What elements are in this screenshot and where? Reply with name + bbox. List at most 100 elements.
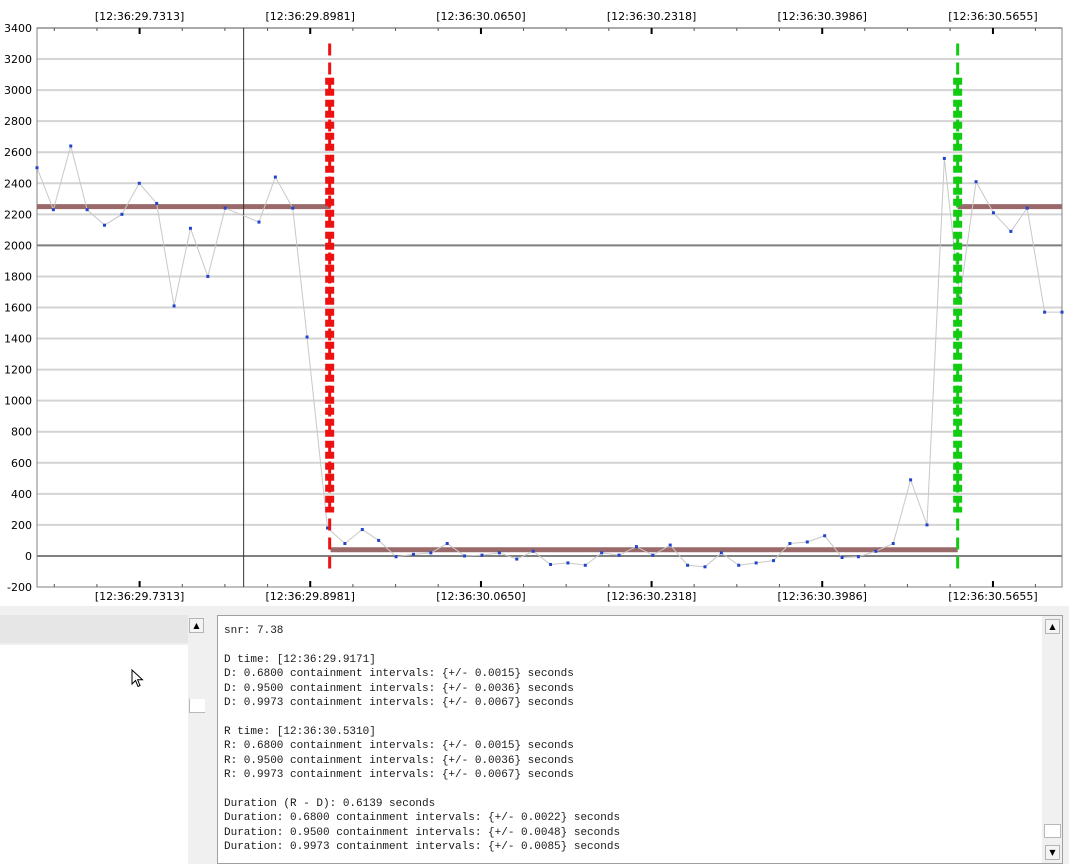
- scroll-down-icon[interactable]: ▼: [1045, 845, 1060, 860]
- x-tick-label-bottom: [12:36:30.2318]: [607, 590, 696, 603]
- data-point: [35, 166, 39, 170]
- x-tick-label-bottom: [12:36:30.3986]: [777, 590, 866, 603]
- data-point: [634, 545, 638, 549]
- left-list-panel: ▲: [0, 615, 212, 864]
- x-tick-label-bottom: [12:36:29.8981]: [265, 590, 354, 603]
- data-point: [1025, 206, 1029, 210]
- data-point: [1060, 310, 1064, 314]
- x-tick-label-top: [12:36:30.3986]: [777, 10, 866, 23]
- data-point: [531, 549, 535, 553]
- y-tick-label: 1400: [4, 333, 32, 346]
- data-point: [257, 220, 261, 224]
- left-scroll-thumb[interactable]: [189, 699, 205, 713]
- result-line: D: 0.6800 containment intervals: {+/- 0.…: [224, 668, 574, 681]
- data-point: [754, 561, 758, 565]
- data-point: [1043, 310, 1047, 314]
- data-point: [273, 175, 277, 179]
- data-point: [856, 555, 860, 559]
- data-point: [686, 563, 690, 567]
- data-point: [172, 304, 176, 308]
- result-line: R: 0.9973 containment intervals: {+/- 0.…: [224, 769, 574, 782]
- data-point: [583, 563, 587, 567]
- plot-canvas[interactable]: 3400320030002800260024002200200018001600…: [0, 0, 1069, 606]
- y-tick-label: 2600: [4, 146, 32, 159]
- data-point: [617, 553, 621, 557]
- results-scrollbar[interactable]: ▲ ▼: [1042, 616, 1062, 863]
- x-tick-label-bottom: [12:36:29.7313]: [95, 590, 184, 603]
- y-tick-label: -200: [7, 581, 32, 594]
- data-point: [909, 478, 913, 482]
- result-line: D: 0.9973 containment intervals: {+/- 0.…: [224, 697, 574, 710]
- y-tick-label: 2000: [4, 239, 32, 252]
- result-line: R: 0.9500 containment intervals: {+/- 0.…: [224, 754, 574, 767]
- data-point: [360, 528, 364, 532]
- data-point: [206, 274, 210, 278]
- data-point: [942, 156, 946, 160]
- result-line: Duration: 0.6800 containment intervals: …: [224, 812, 621, 825]
- y-tick-label: 1600: [4, 302, 32, 315]
- light-curve-plot[interactable]: 3400 3200 3000 2800 2600 2400 2200 2000 1800 1600…: [0, 0, 1069, 606]
- data-point: [223, 206, 227, 210]
- x-tick-label-top: [12:36:30.2318]: [607, 10, 696, 23]
- data-point: [137, 181, 141, 185]
- y-tick-label: 3200: [4, 53, 32, 66]
- left-scrollbar[interactable]: ▲: [188, 615, 206, 864]
- data-point: [788, 542, 792, 546]
- data-point: [411, 552, 415, 556]
- data-point: [719, 551, 723, 555]
- x-tick-label-top: [12:36:29.8981]: [265, 10, 354, 23]
- data-point: [891, 542, 895, 546]
- result-line: Duration: 0.9500 containment intervals: …: [224, 826, 621, 839]
- y-tick-label: 3400: [4, 22, 32, 35]
- x-tick-label-bottom: [12:36:30.5655]: [948, 590, 1037, 603]
- data-point: [429, 551, 433, 555]
- results-text: snr: 7.38 D time: [12:36:29.9171] D: 0.680…: [224, 624, 1034, 854]
- y-tick-label: 800: [11, 426, 32, 439]
- y-tick-label: 2200: [4, 208, 32, 221]
- data-point: [566, 561, 570, 565]
- result-line: snr: 7.38: [224, 625, 284, 637]
- data-point: [515, 557, 519, 561]
- y-tick-label: 2400: [4, 177, 32, 190]
- x-tick-label-bottom: [12:36:30.0650]: [436, 590, 525, 603]
- data-point: [737, 563, 741, 567]
- data-point: [69, 144, 73, 148]
- data-point: [51, 208, 55, 212]
- y-tick-label: 200: [11, 519, 32, 532]
- data-point: [823, 534, 827, 538]
- y-tick-label: 1200: [4, 364, 32, 377]
- data-point: [103, 223, 107, 227]
- result-line: Duration: 0.9973 containment intervals: …: [224, 841, 621, 854]
- data-point: [343, 542, 347, 546]
- results-text-box[interactable]: snr: 7.38 D time: [12:36:29.9171] D: 0.680…: [217, 615, 1063, 864]
- result-line: Duration (R - D): 0.6139 seconds: [224, 797, 436, 810]
- data-point: [480, 553, 484, 557]
- y-tick-label: 3000: [4, 84, 32, 97]
- y-tick-label: 400: [11, 488, 32, 501]
- data-point: [120, 212, 124, 216]
- data-point: [925, 523, 929, 527]
- data-point: [188, 226, 192, 230]
- data-point: [155, 201, 159, 205]
- data-point: [600, 551, 604, 555]
- left-list-box[interactable]: [0, 645, 188, 864]
- data-point: [991, 211, 995, 215]
- results-scroll-thumb[interactable]: [1044, 824, 1061, 838]
- y-tick-label: 1800: [4, 270, 32, 283]
- data-point: [85, 208, 89, 212]
- result-line: D time: [12:36:29.9171]: [224, 653, 376, 666]
- y-tick-label: 600: [11, 457, 32, 470]
- y-tick-label: 0: [25, 550, 32, 563]
- result-line: R: 0.6800 containment intervals: {+/- 0.…: [224, 740, 574, 753]
- data-point: [497, 551, 501, 555]
- data-point: [974, 180, 978, 184]
- scroll-up-icon[interactable]: ▲: [189, 618, 204, 633]
- data-point: [445, 542, 449, 546]
- scroll-up-icon[interactable]: ▲: [1045, 619, 1060, 634]
- x-tick-label-top: [12:36:29.7313]: [95, 10, 184, 23]
- data-point: [805, 540, 809, 544]
- result-line: D: 0.9500 containment intervals: {+/- 0.…: [224, 682, 574, 695]
